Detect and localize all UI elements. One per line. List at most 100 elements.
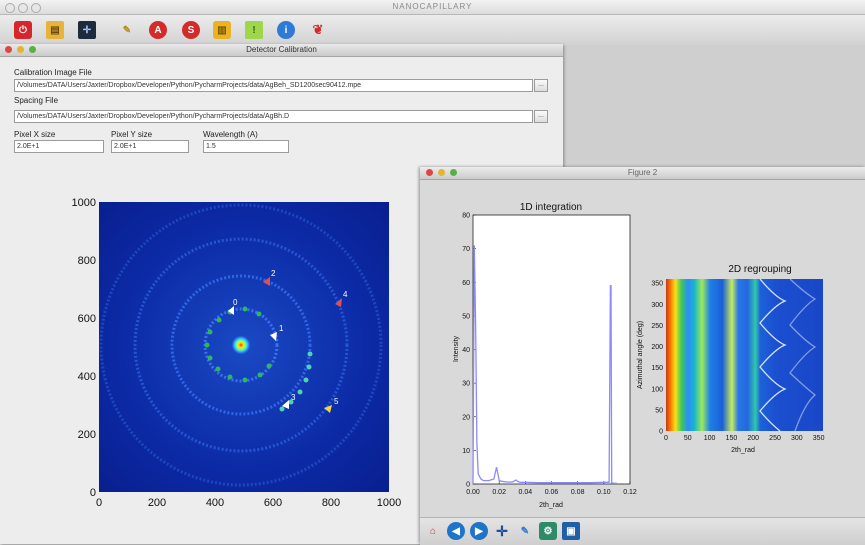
y-tick-label: 30 [462,381,470,388]
x-tick-label: 0 [664,435,668,442]
pixel-x-field[interactable]: 2.0E+1 [14,140,104,153]
detector-image-plot: 0 1 2 3 4 5 0 200 400 600 800 1000 0 200… [72,197,402,509]
marker-label-0: 0 [233,298,238,307]
heatmap-area[interactable] [666,279,823,431]
x-tick-label: 0.00 [466,489,480,496]
y-tick-label: 70 [462,246,470,253]
jar-icon[interactable]: ▥ [213,21,231,39]
y-tick-label: 300 [651,302,663,309]
power-icon[interactable]: ⏻ [14,21,32,39]
y-tick-label: 60 [462,280,470,287]
chart-title: 1D integration [520,202,582,213]
y-tick-label: 40 [462,347,470,354]
x-tick-label: 1000 [377,497,401,509]
beam-center [231,335,251,355]
wavelength-field[interactable]: 1.5 [203,140,289,153]
calibration-titlebar: Detector Calibration [0,44,563,57]
figure-titlebar: Figure 2 [420,167,865,180]
x-ticks: 0 50 100 150 200 250 300 350 [664,435,825,442]
zoom-icon[interactable]: ✎ [516,522,534,540]
x-tick-label: 0.12 [623,489,637,496]
detector-y-ticks: 0 200 400 600 800 1000 [72,197,96,499]
y-tick-label: 200 [78,429,96,441]
app-titlebar: NANOCAPILLARY [0,0,865,15]
y-tick-label: 80 [462,213,470,220]
spacing-file-browse-button[interactable]: ... [534,110,548,123]
y-tick-label: 400 [78,371,96,383]
plot-area[interactable] [472,214,631,485]
folder-icon[interactable]: ▤ [46,21,64,39]
calibration-title: Detector Calibration [246,45,317,54]
figure-toolbar: ⌂ ◀ ▶ ✛ ✎ ⚙ ▣ [420,517,865,545]
image-file-browse-button[interactable]: ... [534,79,548,92]
x-tick-label: 0.08 [571,489,585,496]
y-tick-label: 20 [462,414,470,421]
x-axis-label: 2th_rad [539,502,563,509]
y-tick-label: 600 [78,313,96,325]
y-tick-label: 250 [651,323,663,330]
x-tick-label: 150 [726,435,738,442]
y-tick-label: 150 [651,365,663,372]
info-icon[interactable]: i [277,21,295,39]
marker-label-1: 1 [279,324,284,333]
y-tick-label: 100 [651,386,663,393]
pan-icon[interactable]: ✛ [493,522,511,540]
figure-2-window: Figure 2 1D integration 2th_rad Intensit… [420,167,865,545]
spacing-file-label: Spacing File [14,96,59,105]
y-tick-label: 0 [466,482,470,489]
y-tick-label: 800 [78,255,96,267]
y-tick-label: 50 [462,313,470,320]
x-tick-label: 0.06 [545,489,559,496]
x-tick-label: 300 [791,435,803,442]
stop-a-icon[interactable]: A [149,21,167,39]
home-icon[interactable]: ⌂ [424,522,442,540]
y-tick-label: 200 [651,344,663,351]
detector-x-ticks: 0 200 400 600 800 1000 [96,497,401,509]
y-ticks: 0 50 100 150 200 250 300 350 [651,281,663,436]
pixel-y-field[interactable]: 2.0E+1 [111,140,189,153]
image-file-field[interactable]: /Volumes/DATA/Users/Jaxter/Dropbox/Devel… [14,79,533,92]
wizard-icon[interactable]: ✎ [118,21,136,39]
main-toolbar: ⏻ ▤ ✛ ✎ A S ▥ ! i ❦ [0,15,865,46]
integration-1d-chart: 1D integration 2th_rad Intensity 0 10 20 30… [453,202,637,509]
x-tick-label: 0 [96,497,102,509]
save-icon[interactable]: ▣ [562,522,580,540]
x-tick-label: 200 [747,435,759,442]
grid-icon[interactable]: ✛ [78,21,96,39]
spacing-file-field[interactable]: /Volumes/DATA/Users/Jaxter/Dropbox/Devel… [14,110,533,123]
y-tick-label: 10 [462,448,470,455]
y-axis-label: Azimuthal angle (deg) [637,321,644,389]
x-tick-label: 100 [704,435,716,442]
regrouping-2d-chart: 2D regrouping 2th_rad Azimuthal angle (d… [637,264,825,454]
pixel-y-label: Pixel Y size [111,130,153,139]
image-file-label: Calibration Image File [14,68,92,77]
x-tick-label: 200 [148,497,166,509]
figure-title: Figure 2 [627,168,658,177]
y-tick-label: 0 [659,429,663,436]
y-tick-label: 50 [655,407,663,414]
x-tick-label: 0.02 [492,489,506,496]
x-tick-label: 250 [769,435,781,442]
y-axis-label: Intensity [453,335,460,362]
app-title: NANOCAPILLARY [392,2,473,11]
x-axis-label: 2th_rad [731,447,755,454]
chart-title: 2D regrouping [728,264,791,275]
lamp-icon[interactable]: ❦ [309,21,327,39]
x-tick-label: 800 [322,497,340,509]
marker-label-3: 3 [291,393,296,402]
pixel-x-label: Pixel X size [14,130,56,139]
stop-s-icon[interactable]: S [182,21,200,39]
forward-icon[interactable]: ▶ [470,522,488,540]
x-tick-label: 350 [813,435,825,442]
marker-label-5: 5 [334,397,339,406]
wavelength-label: Wavelength (A) [203,130,258,139]
y-tick-label: 350 [651,281,663,288]
y-tick-label: 1000 [72,197,96,209]
x-tick-label: 50 [684,435,692,442]
flag-icon[interactable]: ! [245,21,263,39]
marker-label-2: 2 [271,269,276,278]
configure-icon[interactable]: ⚙ [539,522,557,540]
back-icon[interactable]: ◀ [447,522,465,540]
y-tick-label: 0 [90,487,96,499]
x-tick-label: 0.10 [597,489,611,496]
